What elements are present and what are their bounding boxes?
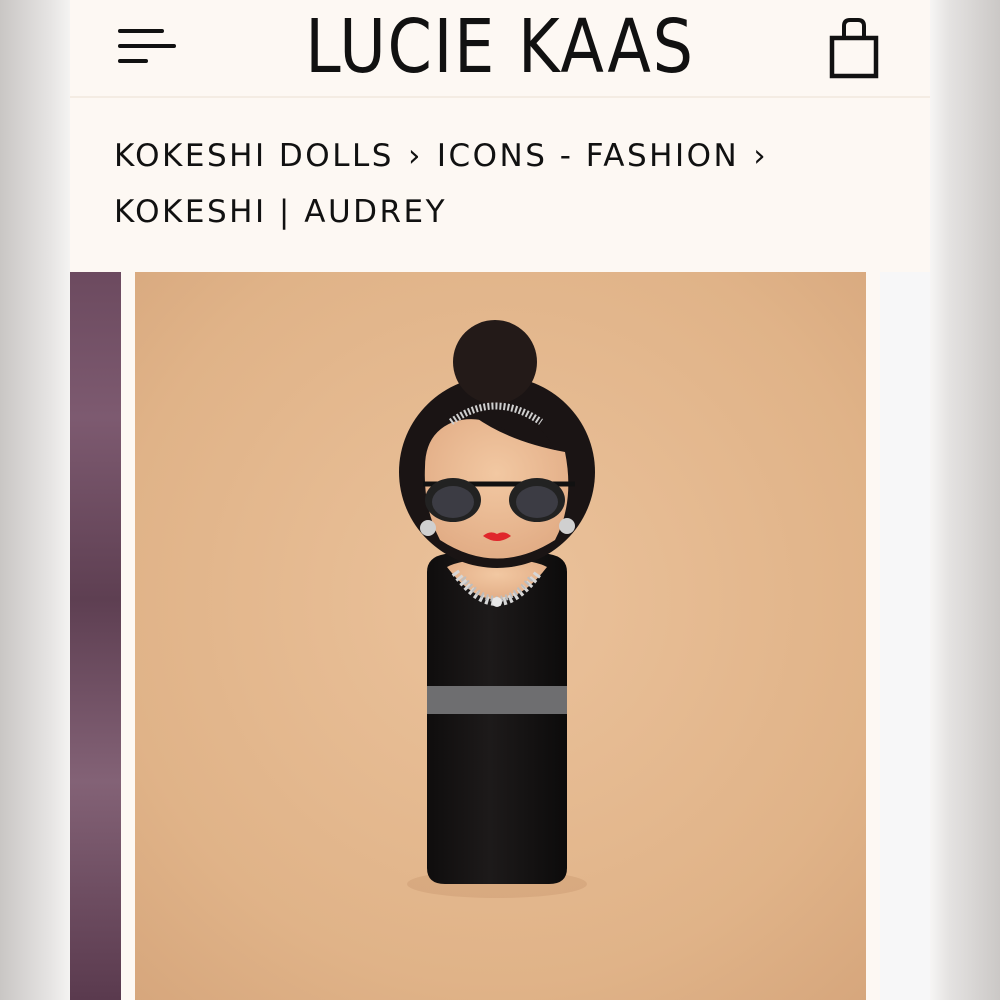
breadcrumb-separator: ›	[407, 138, 423, 174]
breadcrumb-separator: ›	[753, 138, 769, 174]
product-image-carousel[interactable]	[70, 272, 930, 1000]
brand-logo[interactable]: LUCIE KAAS	[276, 4, 723, 90]
kokeshi-audrey-doll-photo	[135, 272, 866, 1000]
breadcrumb-link-kokeshi-dolls[interactable]: KOKESHI DOLLS	[114, 138, 394, 174]
mobile-page: LUCIE KAAS KOKESHI DOLLS › ICONS - FASHION…	[70, 0, 930, 1000]
product-image[interactable]	[135, 272, 866, 1000]
menu-line	[118, 44, 176, 48]
hamburger-menu-icon	[118, 29, 164, 33]
menu-button[interactable]	[114, 22, 180, 72]
breadcrumb-current: KOKESHI | AUDREY	[114, 194, 448, 230]
breadcrumb-link-icons-fashion[interactable]: ICONS - FASHION	[437, 138, 739, 174]
next-slide-image[interactable]	[880, 272, 930, 1000]
site-header: LUCIE KAAS	[70, 0, 930, 98]
menu-line	[118, 59, 148, 63]
shopping-bag-icon	[829, 18, 879, 79]
previous-slide-image[interactable]	[70, 272, 121, 1000]
cart-button[interactable]	[826, 14, 890, 84]
breadcrumb: KOKESHI DOLLS › ICONS - FASHION › KOKESHI |…	[114, 128, 874, 240]
